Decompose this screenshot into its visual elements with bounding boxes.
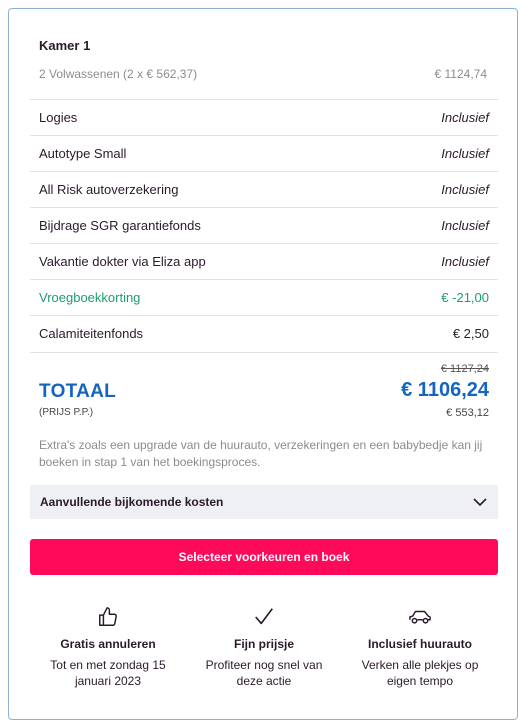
line-item-value: € 2,50	[452, 326, 489, 341]
checkmark-icon	[255, 608, 273, 625]
price-summary-card: Kamer 1 2 Volwassenen (2 x € 562,37) € 1…	[8, 8, 518, 720]
total-section: € 1127,24 TOTAAL € 1106,24 (PRIJS P.P.) …	[30, 352, 498, 419]
line-item-value: € -21,00	[441, 290, 489, 305]
feature-title: Inclusief huurauto	[367, 637, 472, 651]
feature-title: Fijn prijsje	[233, 637, 294, 651]
line-item-sgr: Bijdrage SGR garantiefonds Inclusief	[30, 207, 498, 243]
line-item-label: Logies	[39, 110, 78, 125]
total-price: € 1106,24	[401, 379, 489, 401]
line-item-label: Vroegboekkorting	[39, 290, 141, 305]
line-item-vroegboekkorting: Vroegboekkorting € -21,00	[30, 279, 498, 315]
line-item-label: Autotype Small	[39, 146, 127, 161]
feature-good-price: Fijn prijsje Profiteer nog snel van deze…	[186, 605, 342, 689]
line-item-dokter: Vakantie dokter via Eliza app Inclusief	[30, 243, 498, 279]
line-item-label: All Risk autoverzekering	[39, 182, 179, 197]
feature-desc: Profiteer nog snel van deze actie	[205, 658, 323, 688]
feature-desc: Tot en met zondag 15 januari 2023	[50, 658, 166, 688]
line-item-label: Vakantie dokter via Eliza app	[39, 254, 206, 269]
select-preferences-button[interactable]: Selecteer voorkeuren en boek	[30, 539, 498, 575]
line-items-list: Logies Inclusief Autotype Small Inclusie…	[30, 99, 498, 351]
line-item-value: Inclusief	[441, 218, 489, 233]
line-item-label: Bijdrage SGR garantiefonds	[39, 218, 201, 233]
total-label: TOTAAL	[39, 381, 117, 402]
occupants-text: 2 Volwassenen (2 x € 562,37)	[39, 67, 198, 81]
per-person-label: (PRIJS P.P.)	[39, 407, 94, 418]
additional-costs-accordion[interactable]: Aanvullende bijkomende kosten	[30, 485, 498, 519]
accordion-label: Aanvullende bijkomende kosten	[40, 495, 224, 509]
line-item-calamiteitenfonds: Calamiteitenfonds € 2,50	[30, 315, 498, 351]
line-item-value: Inclusief	[441, 110, 489, 125]
thumbs-up-icon	[99, 607, 117, 626]
feature-rental-car: Inclusief huurauto Verken alle plekjes o…	[342, 605, 498, 689]
extras-note: Extra's zoals een upgrade van de huuraut…	[39, 438, 483, 469]
line-item-value: Inclusief	[441, 182, 489, 197]
feature-title: Gratis annuleren	[60, 637, 156, 651]
line-item-label: Calamiteitenfonds	[39, 326, 144, 341]
room-title: Kamer 1	[39, 38, 91, 53]
line-item-logies: Logies Inclusief	[30, 99, 498, 135]
old-price: € 1127,24	[440, 363, 489, 375]
feature-desc: Verken alle plekjes op eigen tempo	[361, 658, 479, 688]
line-item-autotype: Autotype Small Inclusief	[30, 135, 498, 171]
feature-free-cancellation: Gratis annuleren Tot en met zondag 15 ja…	[30, 605, 186, 689]
car-icon	[409, 610, 431, 624]
line-item-value: Inclusief	[441, 254, 489, 269]
features-row: Gratis annuleren Tot en met zondag 15 ja…	[30, 605, 498, 689]
per-person-price: € 553,12	[446, 407, 489, 419]
occupants-price: € 1124,74	[434, 67, 488, 81]
line-item-value: Inclusief	[441, 146, 489, 161]
chevron-down-icon	[473, 498, 487, 507]
line-item-autoverzekering: All Risk autoverzekering Inclusief	[30, 171, 498, 207]
